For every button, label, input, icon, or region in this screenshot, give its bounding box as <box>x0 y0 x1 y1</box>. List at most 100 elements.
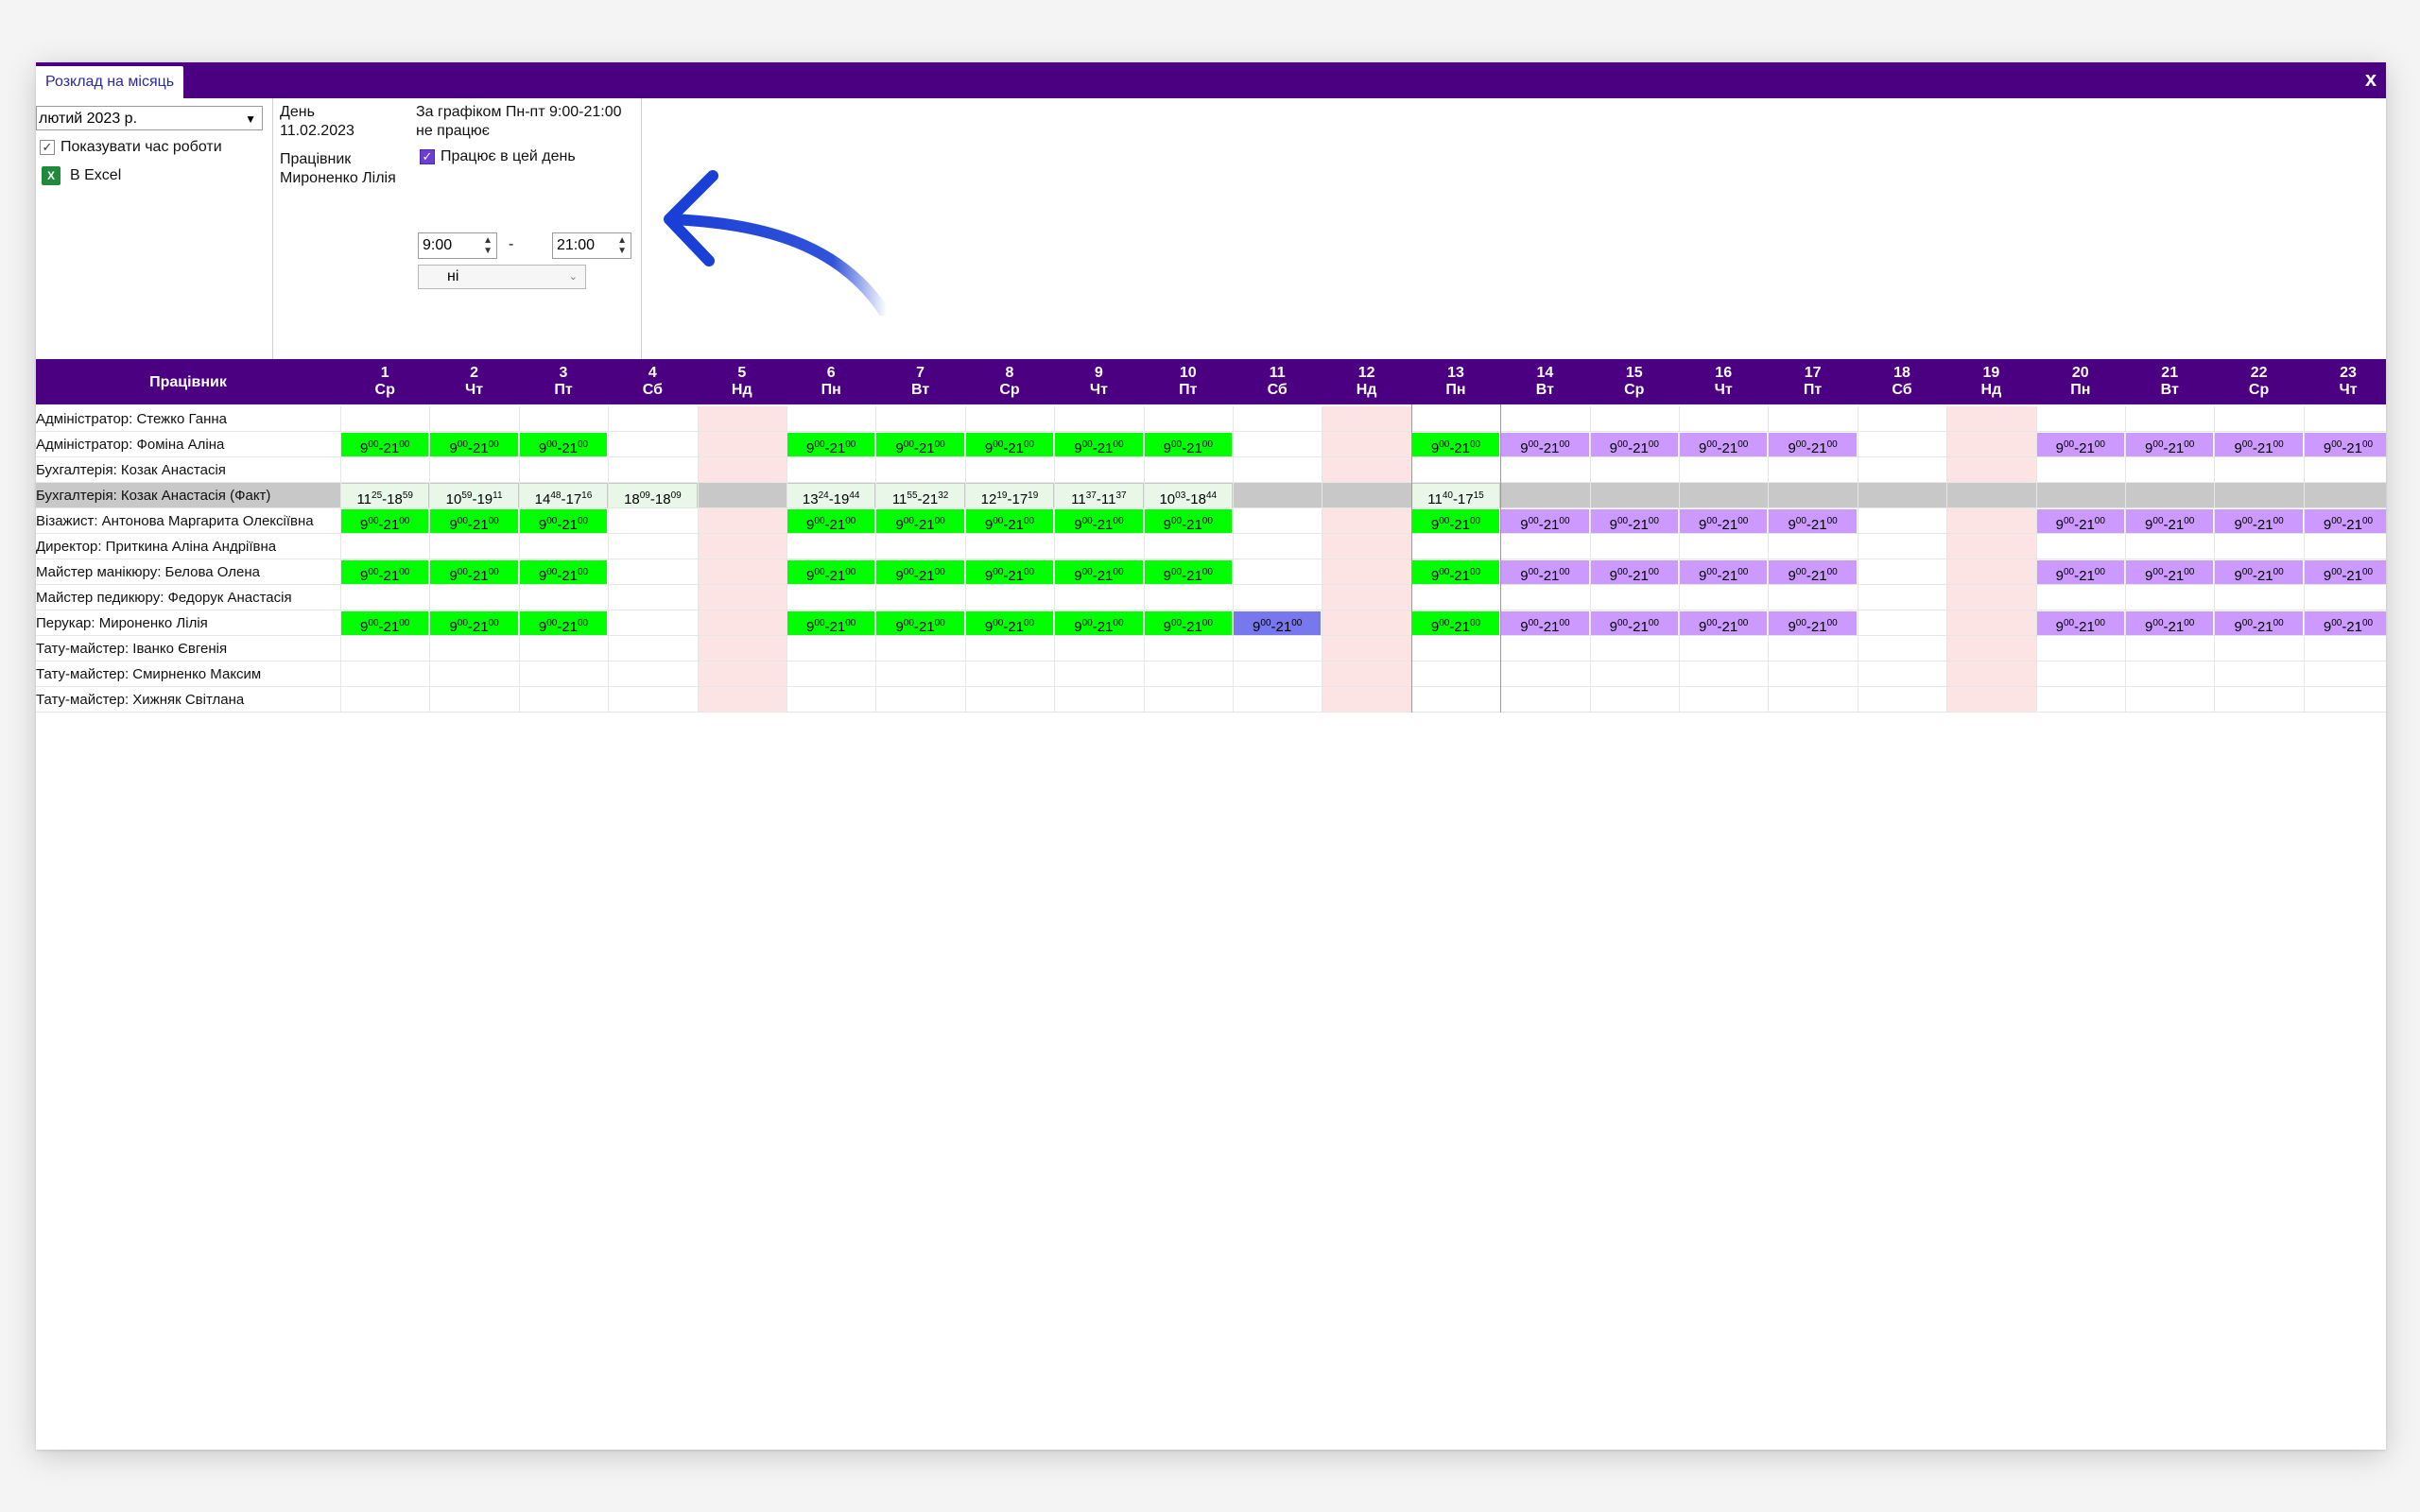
schedule-cell[interactable]: 900-2100 <box>1055 433 1143 457</box>
schedule-cell[interactable]: 900-2100 <box>787 611 875 636</box>
schedule-cell[interactable]: 900-2100 <box>341 611 429 636</box>
schedule-cell[interactable]: 900-2100 <box>1590 433 1678 457</box>
schedule-cell[interactable]: 900-2100 <box>2126 560 2214 585</box>
schedule-cell[interactable]: 900-2100 <box>1234 611 1322 636</box>
schedule-cell[interactable]: 900-2100 <box>519 433 608 457</box>
schedule-cell[interactable]: 900-2100 <box>965 433 1054 457</box>
schedule-cell[interactable]: 900-2100 <box>1501 509 1589 534</box>
fact-time-cell[interactable]: 1137-1137 <box>1055 484 1143 508</box>
schedule-cell[interactable]: 900-2100 <box>1411 560 1500 585</box>
schedule-cell[interactable]: 900-2100 <box>1680 509 1768 534</box>
employee-row-label[interactable]: Адміністратор: Фоміна Аліна <box>36 432 224 457</box>
employee-row-label[interactable]: Майстер манікюру: Белова Олена <box>36 559 260 585</box>
schedule-cell[interactable]: 900-2100 <box>2304 560 2386 585</box>
schedule-cell[interactable]: 900-2100 <box>2215 433 2303 457</box>
schedule-cell[interactable]: 900-2100 <box>2036 560 2124 585</box>
schedule-cell[interactable]: 900-2100 <box>1055 509 1143 534</box>
fact-time-cell[interactable]: 1140-1715 <box>1411 484 1500 508</box>
schedule-cell[interactable]: 900-2100 <box>1769 560 1857 585</box>
fact-time-cell[interactable]: 1809-1809 <box>609 484 697 508</box>
schedule-cell[interactable]: 900-2100 <box>1769 433 1857 457</box>
schedule-cell[interactable]: 900-2100 <box>1144 433 1232 457</box>
fact-time-cell[interactable]: 1155-2132 <box>876 484 964 508</box>
tab-monthly-schedule[interactable]: Розклад на місяць <box>36 66 184 98</box>
schedule-cell[interactable]: 900-2100 <box>1144 509 1232 534</box>
schedule-cell[interactable]: 900-2100 <box>1680 433 1768 457</box>
schedule-cell[interactable]: 900-2100 <box>1501 611 1589 636</box>
schedule-cell[interactable]: 900-2100 <box>1769 509 1857 534</box>
schedule-cell[interactable]: 900-2100 <box>1501 433 1589 457</box>
schedule-cell[interactable]: 900-2100 <box>876 560 964 585</box>
works-today-checkbox[interactable]: ✓ <box>420 149 435 164</box>
extra-select[interactable]: ні ⌄ <box>418 265 586 289</box>
employee-row-label[interactable]: Бухгалтерія: Козак Анастасія (Факт) <box>36 483 340 508</box>
time-to-field[interactable]: 21:00 ▲ ▼ <box>552 232 631 259</box>
schedule-cell[interactable]: 900-2100 <box>430 509 518 534</box>
schedule-cell[interactable]: 900-2100 <box>2215 509 2303 534</box>
export-excel-link[interactable]: В Excel <box>70 167 121 184</box>
schedule-cell[interactable]: 900-2100 <box>1411 611 1500 636</box>
schedule-cell[interactable]: 900-2100 <box>2215 611 2303 636</box>
fact-time-cell[interactable]: 1003-1844 <box>1144 484 1232 508</box>
schedule-cell[interactable]: 900-2100 <box>2126 611 2214 636</box>
fact-time-cell[interactable]: 1059-1911 <box>430 484 518 508</box>
employee-row-label[interactable]: Тату-майстер: Іванко Євгенія <box>36 636 227 662</box>
schedule-cell[interactable]: 900-2100 <box>876 611 964 636</box>
schedule-cell[interactable]: 900-2100 <box>2304 611 2386 636</box>
close-icon[interactable]: x <box>2360 65 2382 94</box>
employee-row-label[interactable]: Бухгалтерія: Козак Анастасія <box>36 457 226 483</box>
schedule-cell[interactable]: 900-2100 <box>876 433 964 457</box>
time-from-field[interactable]: 9:00 ▲ ▼ <box>418 232 497 259</box>
employee-row-label[interactable]: Тату-майстер: Хижняк Світлана <box>36 687 244 713</box>
schedule-cell[interactable]: 900-2100 <box>787 433 875 457</box>
schedule-cell[interactable]: 900-2100 <box>519 509 608 534</box>
schedule-cell[interactable]: 900-2100 <box>430 611 518 636</box>
month-select[interactable]: лютий 2023 р. ▼ <box>36 106 263 130</box>
schedule-cell[interactable]: 900-2100 <box>1144 611 1232 636</box>
schedule-cell[interactable]: 900-2100 <box>341 509 429 534</box>
fact-time-cell[interactable]: 1324-1944 <box>787 484 875 508</box>
schedule-cell[interactable]: 900-2100 <box>1055 611 1143 636</box>
schedule-cell[interactable]: 900-2100 <box>430 560 518 585</box>
schedule-cell[interactable]: 900-2100 <box>2036 433 2124 457</box>
schedule-cell[interactable]: 900-2100 <box>965 611 1054 636</box>
schedule-cell[interactable]: 900-2100 <box>876 509 964 534</box>
spin-arrows-icon[interactable]: ▲ ▼ <box>483 235 493 256</box>
excel-icon[interactable]: X <box>42 166 60 185</box>
schedule-cell[interactable]: 900-2100 <box>2126 509 2214 534</box>
spin-arrows-icon[interactable]: ▲ ▼ <box>617 235 627 256</box>
fact-time-cell[interactable]: 1125-1859 <box>341 484 429 508</box>
schedule-cell[interactable]: 900-2100 <box>1144 560 1232 585</box>
schedule-cell[interactable]: 900-2100 <box>519 560 608 585</box>
fact-time-cell[interactable]: 1219-1719 <box>965 484 1054 508</box>
schedule-cell[interactable]: 900-2100 <box>430 433 518 457</box>
employee-row-label[interactable]: Директор: Приткина Аліна Андріївна <box>36 534 276 559</box>
schedule-cell[interactable]: 900-2100 <box>2215 560 2303 585</box>
employee-row-label[interactable]: Майстер педикюру: Федорук Анастасія <box>36 585 292 610</box>
schedule-cell[interactable]: 900-2100 <box>965 560 1054 585</box>
schedule-cell[interactable]: 900-2100 <box>2036 611 2124 636</box>
employee-row-label[interactable]: Адміністратор: Стежко Ганна <box>36 406 227 432</box>
schedule-cell[interactable]: 900-2100 <box>2036 509 2124 534</box>
schedule-cell[interactable]: 900-2100 <box>519 611 608 636</box>
schedule-cell[interactable]: 900-2100 <box>2126 433 2214 457</box>
schedule-cell[interactable]: 900-2100 <box>1590 509 1678 534</box>
show-hours-checkbox[interactable]: ✓ <box>40 140 55 155</box>
employee-row-label[interactable]: Тату-майстер: Смирненко Максим <box>36 662 261 687</box>
fact-time-cell[interactable]: 1448-1716 <box>519 484 608 508</box>
schedule-cell[interactable]: 900-2100 <box>1769 611 1857 636</box>
schedule-cell[interactable]: 900-2100 <box>965 509 1054 534</box>
schedule-cell[interactable]: 900-2100 <box>341 560 429 585</box>
schedule-cell[interactable]: 900-2100 <box>1055 560 1143 585</box>
schedule-cell[interactable]: 900-2100 <box>1680 560 1768 585</box>
schedule-cell[interactable]: 900-2100 <box>2304 433 2386 457</box>
schedule-cell[interactable]: 900-2100 <box>1590 560 1678 585</box>
schedule-cell[interactable]: 900-2100 <box>1411 509 1500 534</box>
schedule-cell[interactable]: 900-2100 <box>1680 611 1768 636</box>
schedule-cell[interactable]: 900-2100 <box>1411 433 1500 457</box>
schedule-cell[interactable]: 900-2100 <box>787 560 875 585</box>
schedule-cell[interactable]: 900-2100 <box>2304 509 2386 534</box>
employee-row-label[interactable]: Візажист: Антонова Маргарита Олексіївна <box>36 508 314 534</box>
schedule-cell[interactable]: 900-2100 <box>787 509 875 534</box>
employee-row-label[interactable]: Перукар: Мироненко Лілія <box>36 610 208 636</box>
